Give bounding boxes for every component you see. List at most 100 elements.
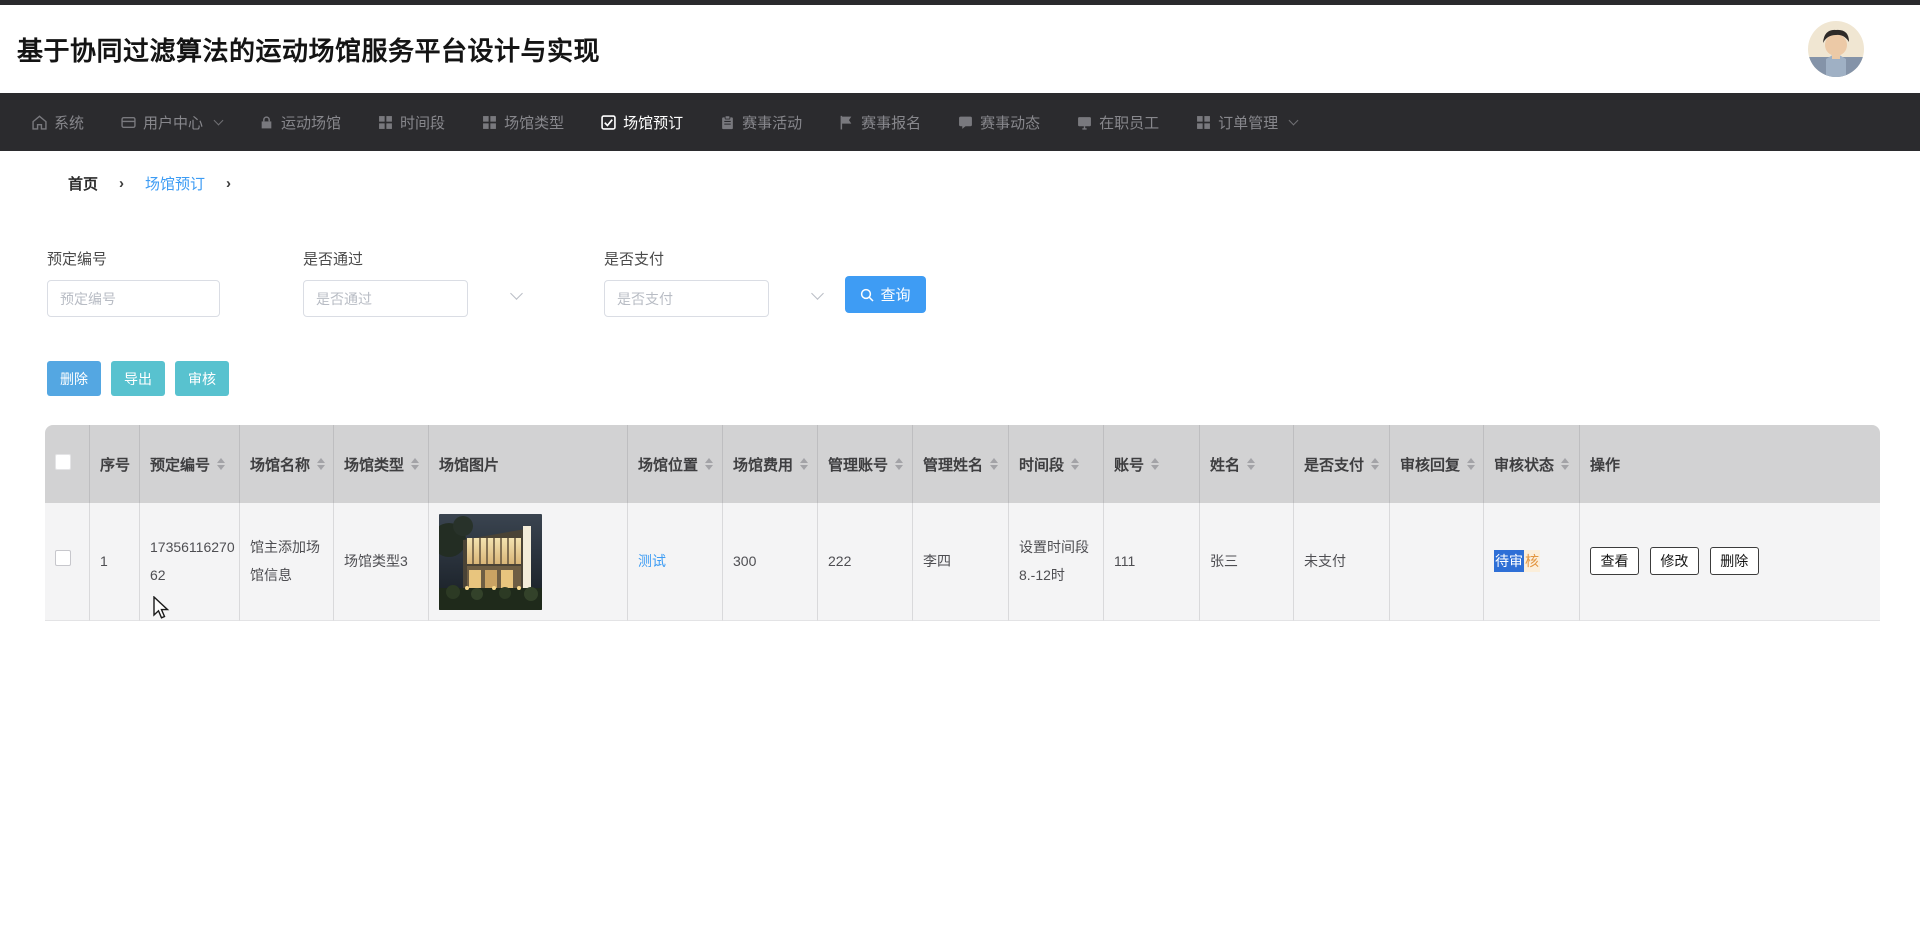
grid-icon <box>483 115 496 129</box>
flag-icon <box>840 115 852 129</box>
main-nav: 系统 用户中心 运动场馆 时间段 场馆类型 场馆预订 赛事活动 赛事报名 赛事动… <box>0 93 1920 151</box>
nav-item-venue-booking[interactable]: 场馆预订 <box>601 112 683 133</box>
sort-icon[interactable] <box>800 458 809 470</box>
booking-no-input[interactable] <box>47 280 220 317</box>
home-icon <box>32 114 47 130</box>
chevron-down-icon <box>1288 115 1299 125</box>
page-title: 基于协同过滤算法的运动场馆服务平台设计与实现 <box>17 35 601 66</box>
chevron-down-icon[interactable] <box>510 287 523 300</box>
header-index: 序号 <box>90 425 140 503</box>
nav-item-user-center[interactable]: 用户中心 <box>121 112 224 133</box>
bulk-export-button[interactable]: 导出 <box>111 361 165 396</box>
header-admin-account[interactable]: 管理账号 <box>818 425 913 503</box>
cell-time-slot: 设置时间段8.-12时 <box>1009 503 1104 621</box>
nav-item-order-management[interactable]: 订单管理 <box>1196 112 1299 133</box>
sort-icon[interactable] <box>1247 458 1256 470</box>
nav-item-event-signup[interactable]: 赛事报名 <box>839 112 921 133</box>
nav-item-event-activity[interactable]: 赛事活动 <box>720 112 802 133</box>
sort-icon[interactable] <box>1371 458 1380 470</box>
cell-venue-location: 测试 <box>628 503 723 621</box>
row-select-cell <box>45 503 90 621</box>
grid-icon <box>1197 115 1211 129</box>
search-icon <box>861 288 875 302</box>
view-button[interactable]: 查看 <box>1590 547 1639 576</box>
monitor-icon <box>1078 116 1092 130</box>
header-audit-status[interactable]: 审核状态 <box>1484 425 1580 503</box>
chevron-down-icon[interactable] <box>811 287 824 300</box>
breadcrumb: 首页 › 场馆预订 › <box>68 173 1920 193</box>
cell-audit-status: 待审核 <box>1484 503 1580 621</box>
grid-icon <box>379 115 392 129</box>
sort-icon[interactable] <box>990 458 999 470</box>
breadcrumb-home-link[interactable]: 首页 <box>68 173 98 194</box>
cell-audit-reply <box>1390 503 1484 621</box>
header-venue-type[interactable]: 场馆类型 <box>334 425 429 503</box>
nav-item-event-news[interactable]: 赛事动态 <box>958 112 1040 133</box>
approved-field-group: 是否通过 <box>303 248 468 317</box>
sort-icon[interactable] <box>1071 458 1080 470</box>
breadcrumb-separator-icon: › <box>226 174 232 192</box>
cell-index: 1 <box>90 503 140 621</box>
bulk-delete-button[interactable]: 删除 <box>47 361 101 396</box>
header-pay-status[interactable]: 是否支付 <box>1294 425 1390 503</box>
header-operations: 操作 <box>1580 425 1880 503</box>
approved-label: 是否通过 <box>303 251 364 268</box>
header-admin-name[interactable]: 管理姓名 <box>913 425 1009 503</box>
nav-item-staff[interactable]: 在职员工 <box>1077 112 1159 133</box>
avatar-image <box>1808 21 1864 77</box>
delete-button[interactable]: 删除 <box>1709 547 1759 576</box>
sort-icon[interactable] <box>1467 458 1476 470</box>
header-time-slot[interactable]: 时间段 <box>1009 425 1104 503</box>
nav-item-venue-type[interactable]: 场馆类型 <box>482 112 564 133</box>
sort-icon[interactable] <box>411 458 420 470</box>
cell-booking-no: 1735611627062 <box>140 503 240 621</box>
row-checkbox[interactable] <box>55 549 71 566</box>
sort-icon[interactable] <box>1151 458 1160 470</box>
header-venue-fee[interactable]: 场馆费用 <box>723 425 818 503</box>
venue-location-link[interactable]: 测试 <box>638 553 666 569</box>
breadcrumb-current-link[interactable]: 场馆预订 <box>145 173 205 194</box>
header-account[interactable]: 账号 <box>1104 425 1200 503</box>
table-header-row: 序号 预定编号 场馆名称 场馆类型 场馆图片 场馆位置 场馆费用 管理账号 管理… <box>45 425 1880 503</box>
cell-name: 张三 <box>1200 503 1294 621</box>
sort-icon[interactable] <box>1561 458 1570 470</box>
nav-item-time-slot[interactable]: 时间段 <box>378 112 445 133</box>
paid-label: 是否支付 <box>604 251 665 268</box>
breadcrumb-separator-icon: › <box>119 174 125 192</box>
sort-icon[interactable] <box>705 458 714 470</box>
edit-button[interactable]: 修改 <box>1649 547 1699 576</box>
audit-status-selected-text: 待审 <box>1494 549 1524 572</box>
cell-venue-fee: 300 <box>723 503 818 621</box>
approved-select[interactable] <box>303 280 468 317</box>
audit-status-text: 核 <box>1524 549 1540 572</box>
search-button[interactable]: 查询 <box>845 276 926 313</box>
clipboard-icon <box>722 114 733 129</box>
lock-icon <box>261 115 272 128</box>
cell-admin-name: 李四 <box>913 503 1009 621</box>
sort-icon[interactable] <box>217 458 226 470</box>
header-venue-name[interactable]: 场馆名称 <box>240 425 334 503</box>
venue-photo[interactable] <box>439 513 542 610</box>
header-venue-image: 场馆图片 <box>429 425 628 503</box>
filter-bar: 预定编号 是否通过 是否支付 查询 <box>47 248 1920 317</box>
checkbox-icon <box>601 114 616 130</box>
cell-operations: 查看 修改 删除 <box>1580 503 1880 621</box>
sort-icon[interactable] <box>895 458 904 470</box>
sort-icon[interactable] <box>317 458 326 470</box>
nav-item-system[interactable]: 系统 <box>32 112 84 133</box>
nav-item-sports-venue[interactable]: 运动场馆 <box>259 112 341 133</box>
header-name[interactable]: 姓名 <box>1200 425 1294 503</box>
booking-no-label: 预定编号 <box>47 251 108 268</box>
table-row: 1 1735611627062 馆主添加场馆信息 场馆类型3 测试 300 22… <box>45 503 1880 621</box>
cell-account: 111 <box>1104 503 1200 621</box>
select-all-checkbox[interactable] <box>55 454 71 470</box>
bulk-action-bar: 删除 导出 审核 <box>47 361 1920 396</box>
cell-admin-account: 222 <box>818 503 913 621</box>
header-booking-no[interactable]: 预定编号 <box>140 425 240 503</box>
bulk-audit-button[interactable]: 审核 <box>175 361 229 396</box>
paid-select[interactable] <box>604 280 769 317</box>
user-avatar[interactable] <box>1808 21 1864 77</box>
header-audit-reply[interactable]: 审核回复 <box>1390 425 1484 503</box>
booking-no-field-group: 预定编号 <box>47 248 220 317</box>
header-venue-location[interactable]: 场馆位置 <box>628 425 723 503</box>
